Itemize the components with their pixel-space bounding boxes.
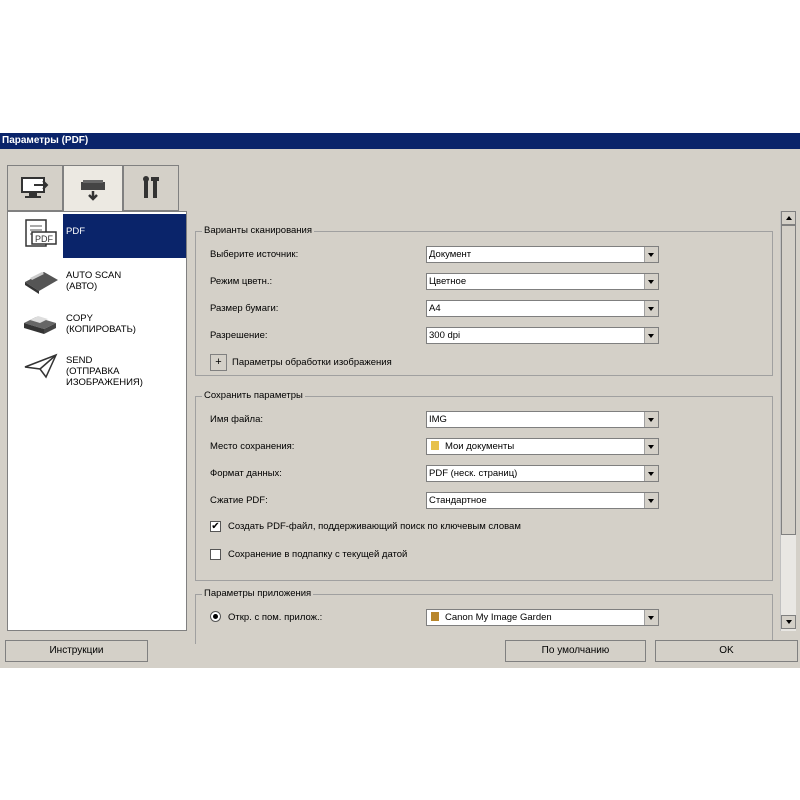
sidebar-item-auto-scan[interactable]: AUTO SCAN (АВТО) bbox=[8, 262, 186, 302]
sidebar-item-send[interactable]: SEND (ОТПРАВКА ИЗОБРАЖЕНИЯ) bbox=[8, 347, 186, 397]
tab-general-settings[interactable] bbox=[123, 165, 179, 211]
filename-label: Имя файла: bbox=[210, 414, 264, 425]
settings-panel: Варианты сканирования Выберите источник:… bbox=[192, 211, 780, 644]
sidebar-item-copy[interactable]: COPY (КОПИРОВАТЬ) bbox=[8, 305, 186, 345]
send-plane-icon bbox=[24, 353, 58, 379]
sidebar-item-pdf[interactable]: PDF PDF bbox=[8, 214, 186, 258]
chevron-down-icon[interactable] bbox=[644, 493, 658, 508]
paper-size-label: Размер бумаги: bbox=[210, 303, 279, 314]
paper-size-value: A4 bbox=[429, 303, 441, 314]
tab-scan-from-panel[interactable] bbox=[63, 165, 123, 213]
pdf-compression-value: Стандартное bbox=[429, 495, 487, 506]
instructions-button[interactable]: Инструкции bbox=[5, 640, 148, 662]
date-subfolder-row: Сохранение в подпапку с текущей датой bbox=[210, 547, 730, 565]
tab-scan-from-computer[interactable] bbox=[7, 165, 63, 211]
chevron-down-icon[interactable] bbox=[644, 466, 658, 481]
searchable-pdf-label[interactable]: Создать PDF-файл, поддерживающий поиск п… bbox=[228, 521, 521, 532]
date-subfolder-label[interactable]: Сохранение в подпапку с текущей датой bbox=[228, 549, 407, 560]
group-title: Параметры приложения bbox=[202, 588, 314, 599]
save-location-select[interactable]: Мои документы bbox=[426, 438, 659, 455]
source-value: Документ bbox=[429, 249, 472, 260]
color-mode-value: Цветное bbox=[429, 276, 467, 287]
resolution-label: Разрешение: bbox=[210, 330, 268, 341]
chevron-down-icon[interactable] bbox=[644, 439, 658, 454]
scroll-up-icon[interactable] bbox=[781, 211, 796, 225]
chevron-down-icon[interactable] bbox=[644, 301, 658, 316]
scrollbar-thumb[interactable] bbox=[781, 225, 796, 535]
source-label: Выберите источник: bbox=[210, 249, 299, 260]
paper-size-select[interactable]: A4 bbox=[426, 300, 659, 317]
data-format-label: Формат данных: bbox=[210, 468, 282, 479]
date-subfolder-checkbox[interactable] bbox=[210, 549, 221, 560]
chevron-down-icon[interactable] bbox=[644, 328, 658, 343]
open-with-select[interactable]: Canon My Image Garden bbox=[426, 609, 659, 626]
vertical-scrollbar[interactable] bbox=[780, 211, 796, 631]
save-settings-group: Сохранить параметры Имя файла: IMG Место… bbox=[195, 390, 773, 581]
resolution-value: 300 dpi bbox=[429, 330, 461, 341]
resolution-select[interactable]: 300 dpi bbox=[426, 327, 659, 344]
chevron-down-icon[interactable] bbox=[644, 274, 658, 289]
open-with-label[interactable]: Откр. с пом. прилож.: bbox=[228, 612, 322, 623]
window-title: Параметры (PDF) bbox=[0, 133, 800, 149]
folder-icon bbox=[431, 441, 439, 450]
sidebar-item-label: AUTO SCAN (АВТО) bbox=[66, 270, 122, 292]
svg-text:PDF: PDF bbox=[35, 234, 54, 244]
app-settings-group: Параметры приложения Откр. с пом. прилож… bbox=[195, 588, 773, 644]
pdf-compression-label: Сжатие PDF: bbox=[210, 495, 268, 506]
searchable-pdf-checkbox[interactable]: ✔ bbox=[210, 521, 221, 532]
color-mode-select[interactable]: Цветное bbox=[426, 273, 659, 290]
source-select[interactable]: Документ bbox=[426, 246, 659, 263]
defaults-button[interactable]: По умолчанию bbox=[505, 640, 646, 662]
image-processing-row: + Параметры обработки изображения bbox=[210, 354, 510, 372]
group-title: Сохранить параметры bbox=[202, 390, 305, 401]
save-location-label: Место сохранения: bbox=[210, 441, 295, 452]
scanner-icon bbox=[81, 179, 105, 201]
group-title: Варианты сканирования bbox=[202, 225, 314, 236]
chevron-down-icon[interactable] bbox=[644, 610, 658, 625]
computer-scan-icon bbox=[21, 177, 49, 198]
sidebar-item-label: SEND (ОТПРАВКА ИЗОБРАЖЕНИЯ) bbox=[66, 355, 143, 388]
scan-options-group: Варианты сканирования Выберите источник:… bbox=[195, 225, 773, 376]
settings-dialog: Параметры (PDF) PDF PDF AUTO SCAN (АВТО)… bbox=[0, 133, 800, 668]
filename-value: IMG bbox=[429, 414, 447, 425]
data-format-value: PDF (неск. страниц) bbox=[429, 468, 518, 479]
color-mode-label: Режим цветн.: bbox=[210, 276, 273, 287]
scanner-auto-icon bbox=[25, 272, 58, 294]
sidebar-item-label: PDF bbox=[63, 214, 186, 258]
data-format-select[interactable]: PDF (неск. страниц) bbox=[426, 465, 659, 482]
image-processing-label: Параметры обработки изображения bbox=[232, 357, 392, 368]
open-with-value: Canon My Image Garden bbox=[445, 612, 552, 623]
expand-image-processing-button[interactable]: + bbox=[210, 354, 227, 371]
tools-icon bbox=[143, 176, 159, 198]
sidebar-item-label: COPY (КОПИРОВАТЬ) bbox=[66, 313, 136, 335]
printer-icon bbox=[24, 316, 56, 334]
ok-button[interactable]: OK bbox=[655, 640, 798, 662]
chevron-down-icon[interactable] bbox=[644, 412, 658, 427]
scan-mode-list: PDF PDF AUTO SCAN (АВТО) COPY (КОПИРОВАТ… bbox=[7, 211, 187, 631]
app-icon bbox=[431, 612, 439, 621]
save-location-value: Мои документы bbox=[445, 441, 515, 452]
chevron-down-icon[interactable] bbox=[644, 247, 658, 262]
open-with-radio[interactable] bbox=[210, 611, 221, 622]
pdf-document-icon: PDF bbox=[25, 219, 57, 247]
searchable-pdf-row: ✔ Создать PDF-файл, поддерживающий поиск… bbox=[210, 519, 730, 537]
filename-select[interactable]: IMG bbox=[426, 411, 659, 428]
pdf-compression-select[interactable]: Стандартное bbox=[426, 492, 659, 509]
scroll-down-icon[interactable] bbox=[781, 615, 796, 629]
